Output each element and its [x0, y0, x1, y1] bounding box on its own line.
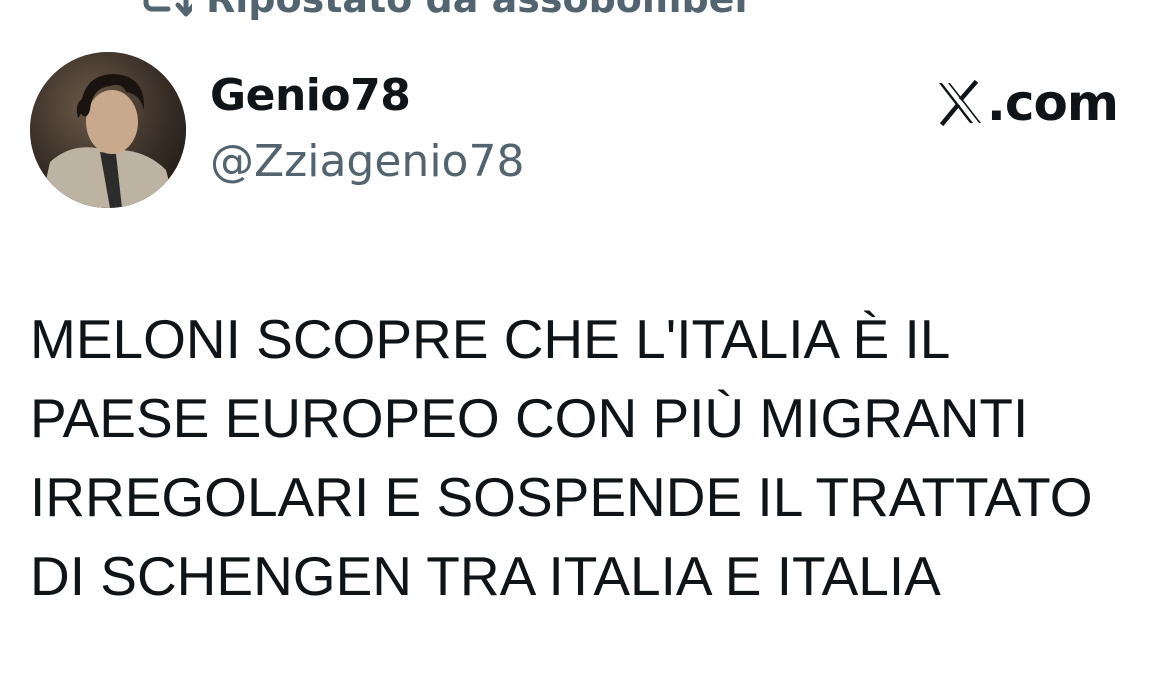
tweet-line: IRREGOLARI E SOSPENDE IL TRATTATO: [30, 466, 1093, 528]
brand-text: .com: [986, 74, 1119, 132]
repost-context[interactable]: Ripostato da assobomber: [140, 0, 753, 24]
avatar[interactable]: [30, 52, 186, 208]
author-handle[interactable]: @Zziagenio78: [210, 136, 524, 187]
tweet-text: MELONI SCOPRE CHE L'ITALIA È IL PAESE EU…: [30, 300, 1140, 616]
tweet-line: MELONI SCOPRE CHE L'ITALIA È IL: [30, 308, 951, 370]
repost-icon: [143, 0, 192, 17]
tweet-line: PAESE EUROPEO CON PIÙ MIGRANTI: [30, 387, 1029, 449]
x-com-brand: .com: [935, 74, 1119, 132]
x-logo-icon: [938, 79, 981, 127]
avatar-image: [30, 52, 186, 208]
author-display-name[interactable]: Genio78: [210, 70, 411, 121]
tweet-line: DI SCHENGEN TRA ITALIA E ITALIA: [30, 545, 941, 607]
repost-label: Ripostato da assobomber: [206, 0, 753, 21]
